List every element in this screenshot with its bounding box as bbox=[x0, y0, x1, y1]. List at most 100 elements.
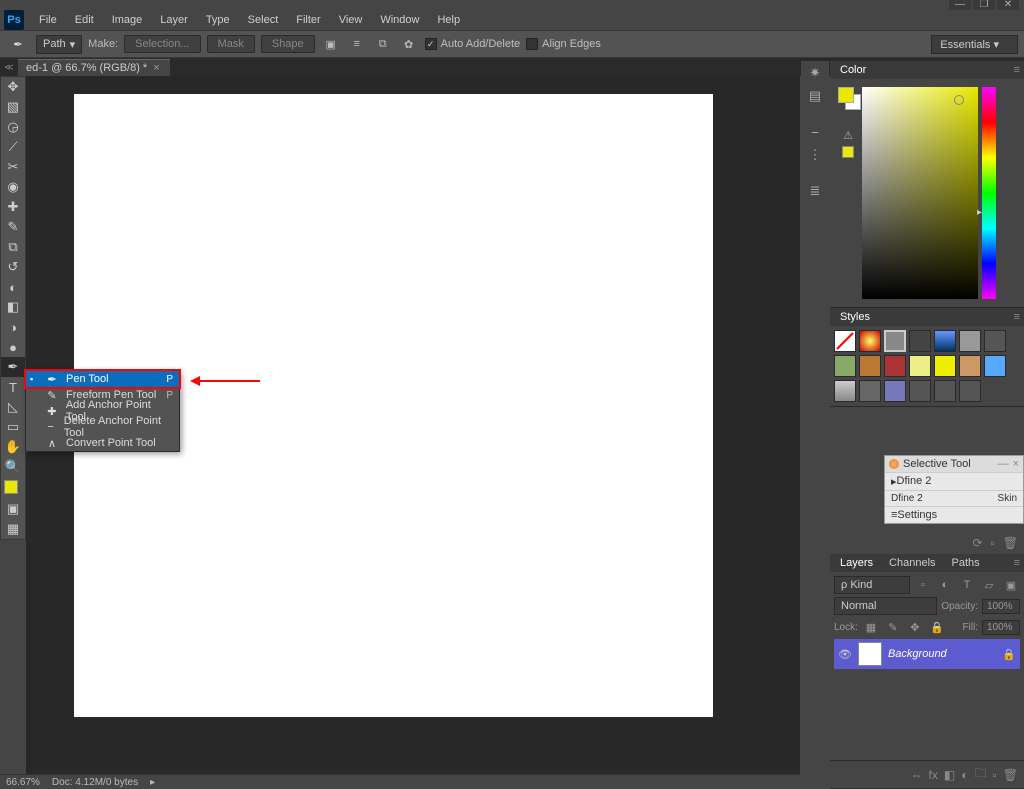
screen-mode-icon[interactable]: ▦ bbox=[1, 519, 25, 539]
crop-tool-icon[interactable]: ✂ bbox=[1, 157, 25, 177]
color-fg-bg-swatch[interactable] bbox=[838, 87, 858, 107]
selective-close-icon[interactable]: × bbox=[1013, 458, 1019, 470]
style-swatch[interactable] bbox=[984, 330, 1006, 352]
menu-layer[interactable]: Layer bbox=[151, 11, 197, 29]
mask-icon[interactable]: ◧ bbox=[944, 768, 955, 782]
panel-menu-icon[interactable]: ≡ bbox=[1014, 64, 1024, 76]
dodge-tool-icon[interactable]: ● bbox=[1, 337, 25, 357]
menu-file[interactable]: File bbox=[30, 11, 66, 29]
selective-col2[interactable]: Skin bbox=[998, 493, 1017, 504]
zoom-tool-icon[interactable]: 🔍 bbox=[1, 457, 25, 477]
selective-min-icon[interactable]: — bbox=[998, 458, 1009, 470]
align-edges-checkbox[interactable]: Align Edges bbox=[526, 38, 601, 50]
blur-tool-icon[interactable]: ◑ bbox=[1, 317, 25, 337]
style-swatch[interactable] bbox=[934, 330, 956, 352]
style-swatch[interactable] bbox=[884, 330, 906, 352]
blend-mode-select[interactable]: Normal bbox=[834, 597, 937, 615]
panel-menu-icon[interactable]: ≡ bbox=[1014, 557, 1024, 569]
delete-layer-icon[interactable]: 🗑 bbox=[1003, 768, 1018, 782]
gradient-tool-icon[interactable]: ◧ bbox=[1, 297, 25, 317]
lock-paint-icon[interactable]: ✎ bbox=[884, 618, 902, 636]
status-arrow-icon[interactable]: ▸ bbox=[150, 777, 155, 788]
style-swatch[interactable] bbox=[934, 355, 956, 377]
make-mask-button[interactable]: Mask bbox=[207, 35, 255, 53]
info-panel-icon[interactable]: ≣ bbox=[803, 180, 827, 202]
history-brush-tool-icon[interactable]: ↺ bbox=[1, 257, 25, 277]
styles-tab[interactable]: Styles bbox=[836, 309, 874, 325]
lasso-tool-icon[interactable]: ◶ bbox=[1, 117, 25, 137]
style-swatch[interactable] bbox=[959, 380, 981, 402]
history-panel-icon[interactable]: ✷ bbox=[803, 62, 827, 84]
actions-panel-icon[interactable]: ▤ bbox=[803, 85, 827, 107]
opacity-field[interactable]: 100% bbox=[982, 599, 1020, 614]
selective-col1[interactable]: Dfine 2 bbox=[891, 493, 998, 504]
gamut-warning-icon[interactable]: ⚠ bbox=[843, 129, 853, 142]
group-icon[interactable]: 🗀 bbox=[974, 764, 986, 785]
quick-select-tool-icon[interactable]: ⟋ bbox=[1, 137, 25, 157]
menu-view[interactable]: View bbox=[330, 11, 372, 29]
layer-row-background[interactable]: 👁 Background 🔒 bbox=[834, 639, 1020, 669]
style-swatch[interactable] bbox=[884, 380, 906, 402]
menu-help[interactable]: Help bbox=[428, 11, 469, 29]
lock-transparent-icon[interactable]: ▦ bbox=[862, 618, 880, 636]
doc-size[interactable]: Doc: 4.12M/0 bytes bbox=[52, 777, 138, 788]
hue-slider[interactable]: ▸ bbox=[982, 87, 996, 299]
workspace-selector[interactable]: Essentials ▾ bbox=[931, 35, 1018, 54]
trash-icon[interactable]: 🗑 bbox=[1003, 536, 1018, 550]
shape-tool-icon[interactable]: ▭ bbox=[1, 417, 25, 437]
flyout-delete-anchor[interactable]: − Delete Anchor Point Tool bbox=[26, 419, 179, 435]
menu-type[interactable]: Type bbox=[197, 11, 239, 29]
eyedropper-tool-icon[interactable]: ◉ bbox=[1, 177, 25, 197]
style-swatch[interactable] bbox=[834, 330, 856, 352]
layer-kind-filter[interactable]: ρ Kind bbox=[834, 576, 910, 594]
flyout-pen-tool[interactable]: ▪ ✒ Pen Tool P bbox=[26, 371, 179, 387]
layer-name[interactable]: Background bbox=[888, 648, 947, 660]
healing-tool-icon[interactable]: ✚ bbox=[1, 197, 25, 217]
window-maximize[interactable]: ❐ bbox=[973, 0, 995, 10]
selective-settings[interactable]: Settings bbox=[897, 509, 937, 521]
style-swatch[interactable] bbox=[909, 380, 931, 402]
document-tab[interactable]: ed-1 @ 66.7% (RGB/8) * × bbox=[18, 59, 170, 76]
window-close[interactable]: ✕ bbox=[997, 0, 1019, 10]
layer-thumbnail[interactable] bbox=[858, 642, 882, 666]
style-swatch[interactable] bbox=[834, 380, 856, 402]
fill-field[interactable]: 100% bbox=[982, 620, 1020, 635]
clone-tool-icon[interactable]: ⧉ bbox=[1, 237, 25, 257]
path-align-icon[interactable]: ≡ bbox=[347, 34, 367, 54]
panel-menu-icon[interactable]: ≡ bbox=[1014, 311, 1024, 323]
quick-mask-icon[interactable]: ▣ bbox=[1, 499, 25, 519]
filter-smart-icon[interactable]: ▣ bbox=[1002, 576, 1020, 594]
pen-mode-select[interactable]: Path▾ bbox=[36, 35, 82, 54]
style-swatch[interactable] bbox=[859, 355, 881, 377]
style-swatch[interactable] bbox=[834, 355, 856, 377]
menu-edit[interactable]: Edit bbox=[66, 11, 103, 29]
auto-add-delete-checkbox[interactable]: ✓ Auto Add/Delete bbox=[425, 38, 521, 50]
style-swatch[interactable] bbox=[859, 330, 881, 352]
style-swatch[interactable] bbox=[909, 330, 931, 352]
style-swatch[interactable] bbox=[884, 355, 906, 377]
path-arrange-icon[interactable]: ⧉ bbox=[373, 34, 393, 54]
pen-tool-icon[interactable]: ✒ bbox=[1, 357, 25, 377]
color-tab[interactable]: Color bbox=[836, 62, 870, 78]
fx-icon[interactable]: fx bbox=[929, 768, 938, 782]
color-field[interactable] bbox=[862, 87, 978, 299]
menu-window[interactable]: Window bbox=[371, 11, 428, 29]
layers-tab[interactable]: Layers bbox=[836, 555, 877, 571]
visibility-eye-icon[interactable]: 👁 bbox=[838, 648, 852, 661]
style-swatch[interactable] bbox=[859, 380, 881, 402]
style-swatch[interactable] bbox=[984, 355, 1006, 377]
window-minimize[interactable]: — bbox=[949, 0, 971, 10]
zoom-level[interactable]: 66.67% bbox=[6, 777, 40, 788]
selective-sub[interactable]: Dfine 2 bbox=[897, 475, 932, 488]
filter-shape-icon[interactable]: ▱ bbox=[980, 576, 998, 594]
close-icon[interactable]: × bbox=[153, 62, 159, 74]
character-panel-icon[interactable]: ⎯ bbox=[803, 121, 827, 143]
style-swatch[interactable] bbox=[959, 355, 981, 377]
type-tool-icon[interactable]: T bbox=[1, 377, 25, 397]
marquee-tool-icon[interactable]: ▧ bbox=[1, 97, 25, 117]
path-select-tool-icon[interactable]: ◺ bbox=[1, 397, 25, 417]
move-tool-icon[interactable]: ✥ bbox=[1, 77, 25, 97]
link-icon[interactable]: ⇔ bbox=[911, 768, 923, 782]
filter-type-icon[interactable]: T bbox=[958, 576, 976, 594]
filter-adjust-icon[interactable]: ◐ bbox=[936, 576, 954, 594]
